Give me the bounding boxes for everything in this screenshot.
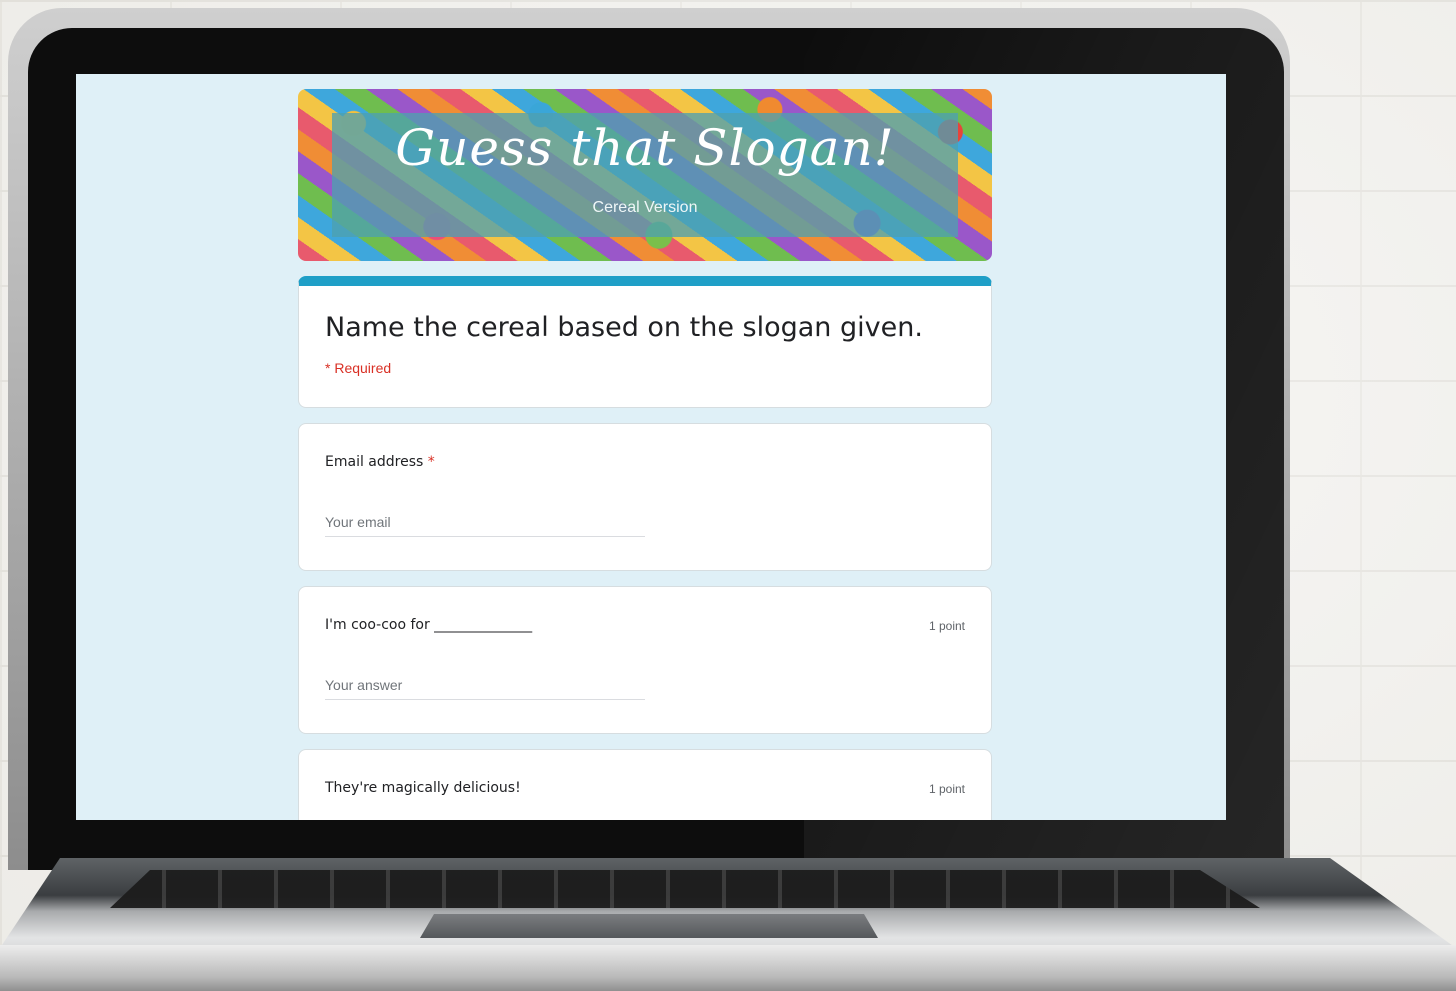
question-card-1: I'm coo-coo for ______________ 1 point [298, 586, 992, 734]
question-label: I'm coo-coo for ______________ [325, 617, 532, 633]
question-label-text: I'm coo-coo for ______________ [325, 617, 533, 633]
form-header-card: Name the cereal based on the slogan give… [298, 276, 992, 408]
form-banner: Guess that Slogan! Cereal Version [298, 89, 992, 261]
laptop-screen: Guess that Slogan! Cereal Version Name t… [76, 74, 1226, 820]
question-label-text: Email address [325, 454, 424, 470]
form-title: Name the cereal based on the slogan give… [325, 312, 923, 343]
question-points: 1 point [928, 782, 965, 796]
banner-subtitle: Cereal Version [592, 199, 698, 216]
banner-title: Guess that Slogan! [395, 119, 895, 177]
required-note: * Required [325, 360, 392, 376]
question-points: 1 point [928, 619, 965, 633]
question-label: They're magically delicious! [325, 780, 521, 796]
required-asterisk: * [427, 454, 435, 470]
laptop-keyboard [110, 870, 1260, 908]
question-label: Email address * [325, 454, 435, 470]
laptop-trackpad [420, 914, 878, 938]
google-form: Guess that Slogan! Cereal Version Name t… [298, 89, 992, 820]
email-input[interactable] [325, 508, 645, 537]
question-card-email: Email address * [298, 423, 992, 571]
answer-input[interactable] [325, 671, 645, 700]
question-label-text: They're magically delicious! [325, 780, 521, 796]
laptop-base-lip [0, 945, 1456, 991]
question-card-2: They're magically delicious! 1 point [298, 749, 992, 820]
